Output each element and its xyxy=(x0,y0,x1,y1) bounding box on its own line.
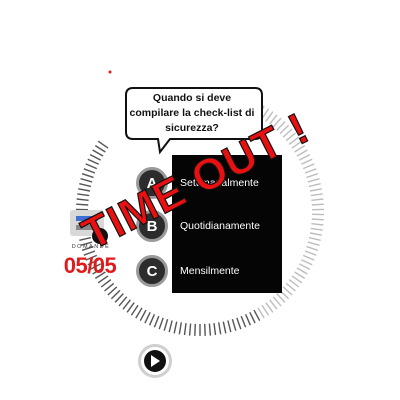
timer-tick xyxy=(310,193,323,197)
timer-tick xyxy=(97,140,109,149)
timer-tick xyxy=(144,311,151,324)
timer-tick xyxy=(153,315,160,328)
timer-tick xyxy=(306,245,319,251)
answer-c[interactable]: C Mensilmente xyxy=(136,253,282,289)
timer-tick xyxy=(76,198,89,201)
timer-tick xyxy=(81,173,94,179)
timer-tick xyxy=(253,309,261,322)
timer-tick xyxy=(296,267,308,275)
timer-tick xyxy=(163,319,169,331)
timer-tick xyxy=(236,317,242,330)
timer-tick xyxy=(76,203,89,206)
timer-tick xyxy=(257,307,265,319)
timer-tick xyxy=(87,158,99,165)
timer-tick xyxy=(213,323,217,336)
timer-tick xyxy=(282,286,293,296)
timer-tick xyxy=(240,315,247,328)
answer-b-text: Quotidianamente xyxy=(180,220,260,232)
play-button[interactable] xyxy=(138,344,172,378)
question-text: Quando si deve compilare la check-list d… xyxy=(129,91,255,134)
timer-tick xyxy=(218,322,222,335)
timer-tick xyxy=(307,178,320,183)
timer-tick xyxy=(118,296,128,307)
timer-tick xyxy=(173,321,178,334)
timer-tick xyxy=(288,279,300,288)
answer-c-text: Mensilmente xyxy=(180,265,240,277)
timer-tick xyxy=(158,317,164,330)
timer-tick xyxy=(80,178,93,183)
timer-tick xyxy=(92,149,104,157)
timer-tick xyxy=(94,145,106,153)
timer-tick xyxy=(122,299,131,310)
timer-tick xyxy=(307,241,320,246)
timer-tick xyxy=(304,168,317,174)
timer-tick xyxy=(310,227,323,231)
play-icon xyxy=(144,350,166,372)
timer-tick xyxy=(194,323,196,336)
timer-tick xyxy=(302,163,315,170)
timer-tick xyxy=(301,158,313,165)
timer-tick xyxy=(77,193,90,197)
timer-tick xyxy=(135,307,143,319)
timer-tick xyxy=(85,163,98,170)
timer-tick xyxy=(244,314,252,326)
timer-tick xyxy=(78,188,91,192)
timer-tick xyxy=(308,236,321,241)
timer-tick xyxy=(311,203,324,206)
timer-tick xyxy=(83,168,96,174)
timer-tick xyxy=(306,173,319,179)
timer-tick xyxy=(272,296,282,307)
timer-tick xyxy=(269,299,278,310)
timer-tick xyxy=(304,250,317,256)
timer-tick xyxy=(89,153,102,161)
timer-tick xyxy=(227,320,232,333)
timer-tick xyxy=(188,323,192,336)
timer-tick xyxy=(168,320,173,333)
timer-tick xyxy=(265,302,274,313)
timer-tick xyxy=(285,282,296,292)
timer-tick xyxy=(126,302,135,313)
timer-tick xyxy=(139,309,147,322)
timer-end-marker xyxy=(108,70,112,74)
timer-tick xyxy=(178,322,182,335)
timer-tick xyxy=(204,323,206,336)
timer-tick xyxy=(208,323,212,336)
timer-tick xyxy=(302,254,315,261)
timer-tick xyxy=(104,282,115,292)
timer-tick xyxy=(222,321,227,334)
timer-tick xyxy=(309,188,322,192)
timer-tick xyxy=(309,232,322,236)
quiz-stage: Quando si deve compilare la check-list d… xyxy=(0,0,400,400)
timer-tick xyxy=(231,319,237,331)
timer-tick xyxy=(183,323,187,336)
timer-tick xyxy=(301,259,313,266)
timer-tick xyxy=(294,271,306,279)
timer-tick xyxy=(261,304,270,316)
timer-tick xyxy=(298,263,311,271)
timer-tick xyxy=(148,314,156,326)
answer-c-letter: C xyxy=(136,255,168,287)
timer-tick xyxy=(249,311,256,324)
timer-tick xyxy=(107,286,118,296)
timer-tick xyxy=(308,183,321,188)
timer-tick xyxy=(311,198,324,201)
timer-tick xyxy=(130,304,139,316)
timer-tick xyxy=(311,223,324,226)
timer-tick xyxy=(311,218,324,221)
timer-tick xyxy=(79,183,92,188)
timer-tick xyxy=(100,279,112,288)
timer-tick xyxy=(291,275,303,284)
